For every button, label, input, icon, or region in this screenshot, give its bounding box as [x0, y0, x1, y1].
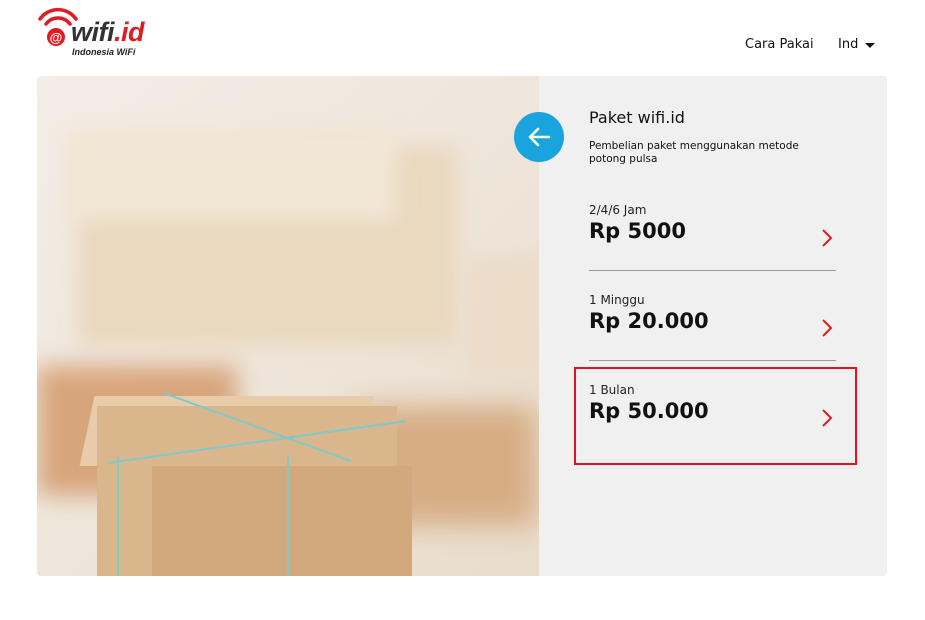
logo-wordmark: wifi.id — [71, 17, 145, 47]
divider — [589, 360, 836, 361]
panel-description: Pembelian paket menggunakan metode poton… — [589, 140, 799, 165]
package-item-hourly[interactable]: 2/4/6 Jam Rp 5000 — [589, 203, 836, 271]
divider — [589, 270, 836, 271]
back-button[interactable] — [514, 112, 564, 162]
panel-title: Paket wifi.id — [589, 108, 685, 127]
package-price: Rp 20.000 — [589, 309, 709, 333]
package-duration: 1 Minggu — [589, 293, 645, 307]
selected-package-highlight — [574, 367, 857, 465]
caret-down-icon[interactable] — [865, 43, 875, 48]
boxes-photo — [37, 76, 539, 576]
logo-at-sign: @ — [50, 30, 63, 45]
arrow-left-icon — [528, 127, 551, 147]
package-price: Rp 5000 — [589, 219, 686, 243]
logo-subtitle: Indonesia WiFi — [72, 47, 136, 57]
language-selector[interactable]: Ind — [838, 37, 858, 52]
package-item-weekly[interactable]: 1 Minggu Rp 20.000 — [589, 293, 836, 361]
package-card: Paket wifi.id Pembelian paket menggunaka… — [37, 76, 887, 576]
nav-cara-pakai-link[interactable]: Cara Pakai — [745, 37, 814, 52]
chevron-right-icon — [822, 319, 833, 337]
chevron-right-icon — [822, 229, 833, 247]
package-duration: 2/4/6 Jam — [589, 203, 647, 217]
wifi-id-logo[interactable]: @ wifi.id Indonesia WiFi — [37, 5, 147, 60]
